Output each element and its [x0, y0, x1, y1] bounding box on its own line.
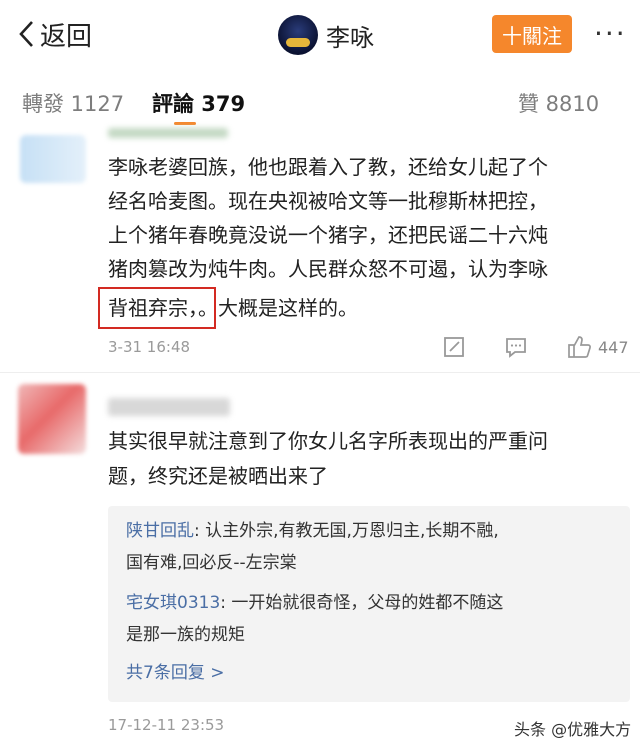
- more-replies-link[interactable]: 共7条回复 >: [126, 658, 224, 688]
- reply-text: : 认主外宗,有教无国,万恩归主,长期不融,: [194, 521, 499, 541]
- top-bar: 返回 李咏 十關注 ···: [0, 0, 640, 70]
- page-title: 李咏: [326, 23, 374, 52]
- reply-username[interactable]: 宅女琪0313: [126, 593, 220, 613]
- comment-timestamp: 3-31 16:48: [108, 338, 191, 356]
- profile-title[interactable]: 李咏: [278, 14, 374, 56]
- avatar[interactable]: [18, 384, 86, 454]
- divider: [0, 372, 640, 373]
- share-icon[interactable]: [442, 335, 466, 359]
- like-count: 447: [598, 337, 629, 357]
- reply-text: : 一开始就很奇怪，父母的姓都不随这: [220, 593, 504, 613]
- comment-text-line: 题，终究还是被晒出来了: [108, 464, 328, 488]
- avatar[interactable]: [278, 15, 318, 55]
- reply-item: 陕甘回乱: 认主外宗,有教无国,万恩归主,长期不融,: [126, 516, 499, 546]
- reply-text: 国有难,回必反--左宗棠: [126, 553, 297, 573]
- comment-text-line: 李咏老婆回族，他也跟着入了教，还给女儿起了个: [108, 155, 548, 179]
- back-button[interactable]: 返回: [18, 14, 92, 54]
- reply-box: 陕甘回乱: 认主外宗,有教无国,万恩归主,长期不融, 国有难,回必反--左宗棠 …: [108, 506, 630, 702]
- more-icon[interactable]: ···: [594, 20, 627, 48]
- tab-comment[interactable]: 評論 379: [152, 88, 245, 118]
- comment-icon[interactable]: [504, 335, 528, 359]
- username-blurred[interactable]: [108, 398, 230, 416]
- comment-tail: 。大概是这样的。: [198, 296, 358, 320]
- comment-text-line: 其实很早就注意到了你女儿名字所表现出的严重问: [108, 429, 548, 453]
- comment-text-line: 上个猪年春晚竟没说一个猪字，还把民谣二十六炖: [108, 223, 548, 247]
- watermark: 头条 @优雅大方: [514, 720, 632, 739]
- thumbs-up-icon[interactable]: [566, 334, 592, 360]
- highlight-box: [98, 287, 216, 329]
- comment-text-line: 经名哈麦图。现在央视被哈文等一批穆斯林把控，: [108, 189, 548, 213]
- reply-username[interactable]: 陕甘回乱: [126, 521, 194, 541]
- reply-item: 宅女琪0313: 一开始就很奇怪，父母的姓都不随这: [126, 588, 503, 618]
- back-label: 返回: [40, 21, 93, 52]
- tab-like[interactable]: 贊 8810: [518, 88, 599, 118]
- follow-button[interactable]: 十關注: [492, 15, 572, 53]
- comment-timestamp: 17-12-11 23:53: [108, 716, 225, 734]
- avatar[interactable]: [20, 135, 86, 183]
- chevron-left-icon: [19, 21, 33, 47]
- tab-repost[interactable]: 轉發 1127: [22, 88, 124, 118]
- active-tab-indicator: [174, 122, 196, 125]
- tab-bar: 轉發 1127 評論 379 贊 8810: [0, 80, 640, 126]
- comment-text-line: 猪肉篡改为炖牛肉。人民群众怒不可遏，认为李咏: [108, 257, 548, 281]
- reply-text: 是那一族的规矩: [126, 625, 245, 645]
- comment-actions: 447: [442, 334, 629, 360]
- username-blurred[interactable]: [108, 128, 228, 138]
